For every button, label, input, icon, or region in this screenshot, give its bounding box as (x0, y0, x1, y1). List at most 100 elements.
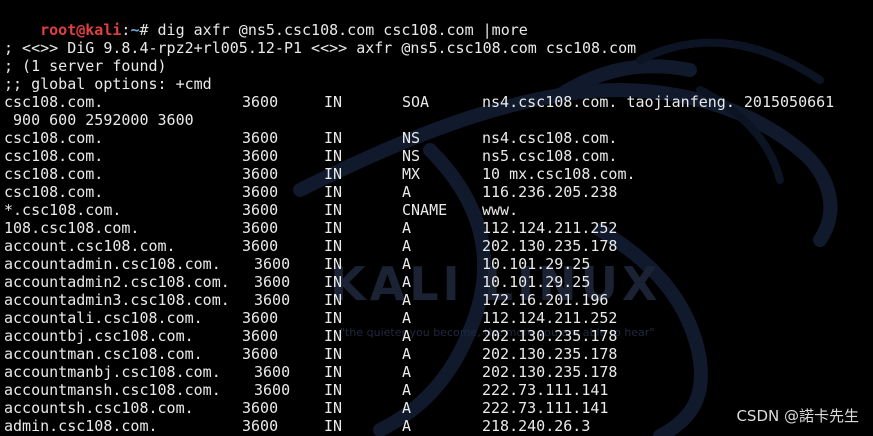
dig-header-line: ; <<>> DiG 9.8.4-rpz2+rl005.12-P1 <<>> a… (4, 39, 637, 57)
record-type: A (402, 363, 412, 381)
record-ttl: 3600 (242, 201, 279, 219)
record-row: accountadmin3.csc108.com. 3600 IN A 172.16.2… (4, 291, 873, 309)
record-row: csc108.com. 3600 IN SOA ns4.csc108.com. taoj… (4, 93, 873, 111)
record-type: A (402, 255, 412, 273)
record-data: 10 mx.csc108.com. (482, 165, 636, 183)
record-type: A (402, 237, 412, 255)
prompt-symbol: # (139, 21, 149, 39)
record-data: 222.73.111.141 (482, 399, 609, 417)
record-row: accountadmin2.csc108.com. 3600 IN A 10.101.2… (4, 273, 873, 291)
record-data: 202.130.235.178 (482, 237, 618, 255)
record-type: MX (402, 165, 421, 183)
record-ttl: 3600 (254, 273, 291, 291)
record-ttl: 3600 (242, 147, 279, 165)
record-ttl: 3600 (242, 129, 279, 147)
record-name: csc108.com. (4, 165, 104, 183)
record-name: 108.csc108.com. (4, 219, 140, 237)
record-class: IN (324, 327, 343, 345)
record-ttl: 3600 (242, 219, 279, 237)
record-name: csc108.com. (4, 183, 104, 201)
record-type: NS (402, 129, 421, 147)
record-class: IN (324, 201, 343, 219)
global-options-line: ;; global options: +cmd (4, 75, 212, 93)
record-name: admin.csc108.com. (4, 417, 158, 435)
record-class: IN (324, 183, 343, 201)
record-name: accountadmin3.csc108.com. (4, 291, 230, 309)
record-ttl: 3600 (242, 93, 279, 111)
record-ttl: 3600 (242, 183, 279, 201)
record-class: IN (324, 219, 343, 237)
prompt-line[interactable]: root@kali:~# dig axfr @ns5.csc108.com cs… (4, 3, 528, 39)
record-class: IN (324, 309, 343, 327)
record-data: 112.124.211.252 (482, 219, 618, 237)
record-name: accountali.csc108.com. (4, 309, 203, 327)
record-data: 10.101.29.25 (482, 255, 591, 273)
record-row: csc108.com. 3600 IN MX 10 mx.csc108.com. (4, 165, 873, 183)
record-data: 10.101.29.25 (482, 273, 591, 291)
record-data: 172.16.201.196 (482, 291, 609, 309)
record-row: account.csc108.com. 3600 IN A 202.130.235.17… (4, 237, 873, 255)
record-data: 116.236.205.238 (482, 183, 618, 201)
record-name: csc108.com. (4, 93, 104, 111)
record-class: IN (324, 93, 343, 111)
record-row: 108.csc108.com. 3600 IN A 112.124.211.252 (4, 219, 873, 237)
record-name: *.csc108.com. (4, 201, 122, 219)
record-data: ns5.csc108.com. (482, 147, 618, 165)
record-name: csc108.com. (4, 147, 104, 165)
record-class: IN (324, 255, 343, 273)
record-row: csc108.com. 3600 IN NS ns5.csc108.com. (4, 147, 873, 165)
soa-continuation-line: 900 600 2592000 3600 (4, 111, 194, 129)
record-name: accountbj.csc108.com. (4, 327, 194, 345)
record-row: csc108.com. 3600 IN A 116.236.205.238 (4, 183, 873, 201)
record-class: IN (324, 417, 343, 435)
record-data: www. (482, 201, 519, 219)
record-ttl: 3600 (242, 345, 279, 363)
server-found-line: ; (1 server found) (4, 57, 167, 75)
record-data: ns4.csc108.com. (482, 129, 618, 147)
record-data: 202.130.235.178 (482, 345, 618, 363)
record-row: accountman.csc108.com. 3600 IN A 202.130.235… (4, 345, 873, 363)
record-type: A (402, 309, 412, 327)
terminal-window[interactable]: KALI LINUX "the quieter you become, the … (0, 0, 873, 436)
record-class: IN (324, 237, 343, 255)
record-type: A (402, 219, 412, 237)
record-type: A (402, 381, 412, 399)
record-data: ns4.csc108.com. taojianfeng. 2015050661 (482, 93, 835, 111)
record-type: NS (402, 147, 421, 165)
record-type: A (402, 345, 412, 363)
command-text: dig axfr @ns5.csc108.com csc108.com |mor… (148, 21, 528, 39)
record-ttl: 3600 (254, 291, 291, 309)
record-row: csc108.com. 3600 IN NS ns4.csc108.com. (4, 129, 873, 147)
record-type: SOA (402, 93, 430, 111)
record-ttl: 3600 (242, 399, 279, 417)
record-name: accountsh.csc108.com. (4, 399, 194, 417)
record-data: 218.240.26.3 (482, 417, 591, 435)
record-class: IN (324, 129, 343, 147)
record-name: account.csc108.com. (4, 237, 176, 255)
record-class: IN (324, 399, 343, 417)
record-type: A (402, 399, 412, 417)
record-row: accountbj.csc108.com. 3600 IN A 202.130.235.… (4, 327, 873, 345)
record-row: accountadmin.csc108.com. 3600 IN A 10.101.29… (4, 255, 873, 273)
record-ttl: 3600 (242, 237, 279, 255)
record-row: accountali.csc108.com. 3600 IN A 112.124.211… (4, 309, 873, 327)
record-type: A (402, 183, 412, 201)
record-data: 112.124.211.252 (482, 309, 618, 327)
record-name: accountadmin2.csc108.com. (4, 273, 230, 291)
record-ttl: 3600 (254, 381, 291, 399)
record-class: IN (324, 291, 343, 309)
record-row: accountmanbj.csc108.com. 3600 IN A 202.130.2… (4, 363, 873, 381)
record-ttl: 3600 (242, 327, 279, 345)
record-type: A (402, 417, 412, 435)
record-class: IN (324, 147, 343, 165)
csdn-watermark: CSDN @諾卡先生 (736, 407, 859, 425)
record-ttl: 3600 (254, 255, 291, 273)
record-name: csc108.com. (4, 129, 104, 147)
record-ttl: 3600 (242, 309, 279, 327)
prompt-user-host: root@kali (40, 21, 122, 39)
record-row: accountmansh.csc108.com. 3600 IN A 222.73.11… (4, 381, 873, 399)
record-ttl: 3600 (254, 363, 291, 381)
record-ttl: 3600 (242, 165, 279, 183)
record-type: A (402, 327, 412, 345)
record-type: A (402, 291, 412, 309)
